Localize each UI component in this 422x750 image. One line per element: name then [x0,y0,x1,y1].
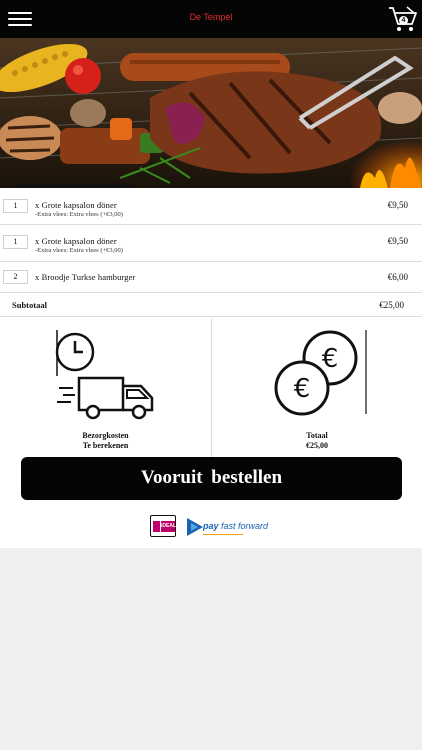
item-price: €9,50 [387,200,408,210]
ideal-logo: iDEAL [150,515,176,537]
cart-button[interactable]: 4 [388,4,418,34]
item-name: x Broodje Turkse hamburger [35,272,136,282]
item-name: x Grote kapsalon döner [35,236,117,246]
subtotal-row: Subtotaal €25,00 [0,293,422,317]
subtotal-label: Subtotaal [12,300,47,310]
delivery-cost-panel: Bezorgkosten Te berekenen [0,318,211,458]
total-label: Totaal [306,431,328,440]
pay-fast-forward-logo: pay fast forward [185,515,275,539]
hero-food-image [0,38,422,188]
order-item-row: 1 x Grote kapsalon döner -Extra vlees: E… [0,188,422,225]
ppf-pay-text: pay [203,521,219,531]
subtotal-value: €25,00 [379,300,404,310]
item-option: -Extra vlees: Extra vlees (+€3,00) [35,211,123,218]
total-panel: € € Totaal €25,00 [211,318,422,458]
item-option: -Extra vlees: Extra vlees (+€3,00) [35,247,123,254]
restaurant-name: De Tempel [189,12,233,22]
ideal-logo-text: iDEAL [161,521,176,532]
order-summary-card: 1 x Grote kapsalon döner -Extra vlees: E… [0,188,422,548]
item-price: €6,00 [387,272,408,282]
order-ahead-button[interactable]: Vooruit bestellen [21,457,402,500]
top-bar: De Tempel 4 [0,0,422,38]
quantity-box[interactable]: 1 [3,199,28,213]
total-value: €25,00 [306,441,328,450]
item-price: €9,50 [387,236,408,246]
ppf-rest-text: fast forward [218,521,269,531]
svg-text:€: € [294,374,311,404]
quantity-box[interactable]: 2 [3,270,28,284]
delivery-value: Te berekenen [82,441,129,450]
euro-coins-icon: € € [274,330,367,416]
item-name: x Grote kapsalon döner [35,200,117,210]
delivery-label: Bezorgkosten [82,431,129,440]
svg-text:€: € [322,344,339,374]
cart-count-badge: 4 [399,16,408,25]
quantity-box[interactable]: 1 [3,235,28,249]
order-item-row: 1 x Grote kapsalon döner -Extra vlees: E… [0,225,422,262]
delivery-truck-icon [55,330,154,420]
order-item-row: 2 x Broodje Turkse hamburger €6,00 [0,262,422,293]
